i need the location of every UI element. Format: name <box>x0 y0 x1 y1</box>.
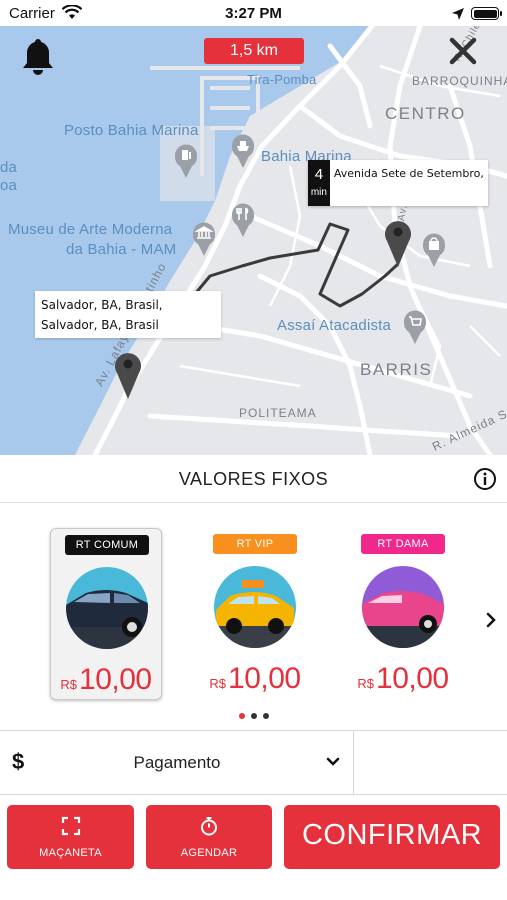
payment-select[interactable]: $ Pagamento <box>0 731 354 794</box>
vehicle-tag: RT COMUM <box>65 535 149 555</box>
destination-address: Avenida Sete de Setembro, 562, Centro, S… <box>333 167 488 180</box>
map-label-edge-oa: oa <box>0 177 18 194</box>
map-label-museu-line1: Museu de Arte Moderna <box>8 221 173 238</box>
pink-car-icon <box>362 566 444 648</box>
map-label-centro: CENTRO <box>385 104 466 123</box>
supermarket-pin-icon <box>404 310 426 344</box>
map-label-edge-da: da <box>0 159 18 176</box>
vehicle-carousel[interactable]: RT COMUM R$10,00 RT VIP R$10,00 RT DAMA … <box>0 503 507 731</box>
destination-callout[interactable]: 4 min Avenida Sete de Setembro, 562, Cen… <box>308 160 488 206</box>
confirm-button[interactable]: CONFIRMAR <box>284 805 500 869</box>
macaneta-button[interactable]: MAÇANETA <box>7 805 134 869</box>
currency-label: R$ <box>209 676 227 691</box>
currency-label: R$ <box>357 676 375 691</box>
taxi-icon <box>214 566 296 648</box>
page-dot-active <box>238 713 245 719</box>
vehicle-price: R$10,00 <box>51 663 161 697</box>
map-label-museu-line2: da Bahia - MAM <box>66 241 177 258</box>
fixed-values-header: VALORES FIXOS <box>0 455 507 503</box>
section-title: VALORES FIXOS <box>178 469 329 489</box>
payment-row: $ Pagamento <box>0 731 507 795</box>
vehicle-card-rt-dama[interactable]: RT DAMA R$10,00 <box>347 528 459 700</box>
price-value: 10,00 <box>228 662 301 695</box>
agendar-button[interactable]: AGENDAR <box>146 805 272 869</box>
page-dot <box>250 713 257 719</box>
chevron-down-icon <box>326 757 340 766</box>
action-bar: MAÇANETA AGENDAR CONFIRMAR <box>0 795 507 900</box>
restaurant-pin-icon <box>232 203 254 237</box>
agendar-label: AGENDAR <box>180 847 238 859</box>
map-label-barroquinha: BARROQUINHA <box>412 74 507 88</box>
vehicle-price: R$10,00 <box>199 662 311 696</box>
info-icon[interactable] <box>473 467 497 491</box>
vehicle-tag: RT VIP <box>213 534 297 554</box>
gas-station-pin-icon <box>175 144 197 178</box>
clock: 3:27 PM <box>225 5 282 22</box>
page-dot <box>262 713 269 719</box>
battery-icon <box>471 7 502 20</box>
map-label-politeama: POLITEAMA <box>239 406 317 420</box>
vehicle-price: R$10,00 <box>347 662 459 696</box>
eta-unit: min <box>310 187 327 198</box>
confirm-label: CONFIRMAR <box>301 819 483 851</box>
eta-minutes: 4 <box>314 166 324 183</box>
museum-pin-icon <box>193 222 215 256</box>
chevron-right-icon[interactable] <box>484 611 498 629</box>
map-label-posto: Posto Bahia Marina <box>64 122 199 139</box>
bell-icon[interactable] <box>20 36 56 76</box>
eta-time: 4 min <box>308 160 330 206</box>
page-indicator <box>0 713 507 719</box>
payment-extra-field[interactable] <box>355 731 507 794</box>
map-label-assai: Assaí Atacadista <box>277 317 392 334</box>
payment-label: Pagamento <box>133 753 221 772</box>
map-view[interactable]: Posto Bahia Marina Bahia Marina Museu de… <box>0 26 507 455</box>
origin-pin-icon[interactable] <box>114 351 142 399</box>
ferry-pin-icon <box>232 134 254 168</box>
shopping-pin-icon <box>423 233 445 267</box>
vehicle-tag: RT DAMA <box>361 534 445 554</box>
vehicle-card-rt-vip[interactable]: RT VIP R$10,00 <box>199 528 311 700</box>
location-arrow-icon <box>452 8 464 20</box>
expand-icon <box>61 816 80 836</box>
vehicle-card-rt-comum[interactable]: RT COMUM R$10,00 <box>50 528 162 700</box>
destination-pin-icon[interactable] <box>384 219 412 267</box>
origin-callout[interactable]: Salvador, BA, Brasil, Salvador, BA, Bras… <box>35 291 221 338</box>
currency-label: R$ <box>60 677 78 692</box>
price-value: 10,00 <box>79 663 152 696</box>
map-label-barris: BARRIS <box>360 360 433 379</box>
car-dark-icon <box>66 567 148 649</box>
map-label-tira-pomba: Tira-Pomba <box>247 72 317 87</box>
stopwatch-icon <box>201 817 217 836</box>
status-bar: Carrier 3:27 PM <box>0 0 507 26</box>
macaneta-label: MAÇANETA <box>39 847 102 859</box>
price-value: 10,00 <box>376 662 449 695</box>
distance-badge: 1,5 km <box>204 38 304 64</box>
close-icon[interactable] <box>448 36 478 66</box>
